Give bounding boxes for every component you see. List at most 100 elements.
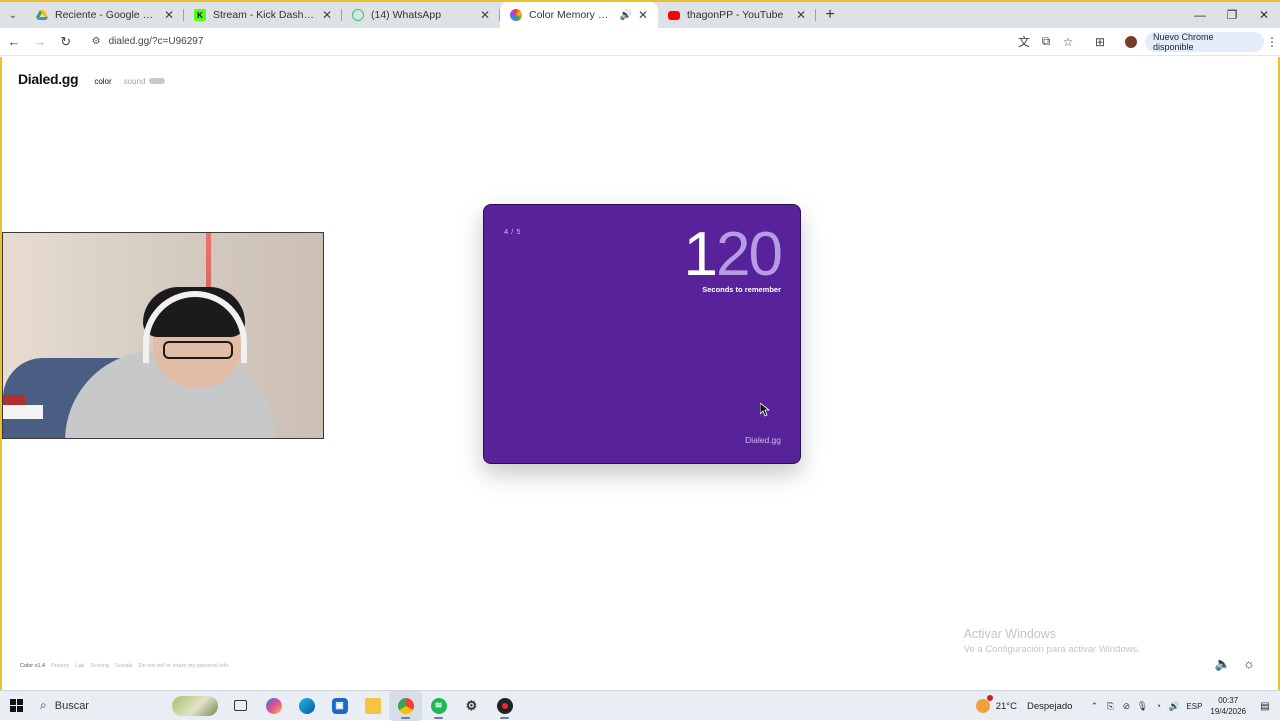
translate-icon[interactable]: 文 — [1013, 33, 1035, 50]
network-disabled-icon[interactable]: ⊘ — [1118, 701, 1134, 712]
url-text[interactable]: dialed.gg/?c=U96297 — [109, 36, 204, 47]
theme-toggle-sun-icon[interactable]: ☼ — [1236, 656, 1262, 672]
tab-search-chevron-icon[interactable]: ⌄ — [0, 2, 26, 28]
footer-link-version[interactable]: Color v1.4 — [20, 663, 45, 669]
game-card[interactable]: 4 / 5 120 Seconds to remember Dialed.gg — [483, 204, 801, 464]
tab-title: Color Memory Game — Hu — [529, 9, 616, 21]
file-explorer-icon[interactable] — [356, 691, 389, 721]
system-tray: 21°C Despejado ⌃ ⎘ ⊘ 🎙 ◔ 🔊 ESP 00:37 19/… — [975, 691, 1280, 721]
kick-icon: K — [194, 9, 206, 21]
settings-gear-icon[interactable]: ⚙ — [455, 691, 488, 721]
activation-subtitle: Ve a Configuración para activar Windows. — [963, 644, 1140, 655]
language-indicator[interactable]: ESP — [1186, 702, 1202, 711]
webcam-overlay — [2, 232, 324, 439]
page-content: Dialed.gg color sound 4 / 5 120 Seconds … — [0, 57, 1280, 690]
site-footer: Color v1.4 Privacy Lab Scoring Socials D… — [20, 663, 234, 669]
notification-center-icon[interactable]: ▤ — [1256, 701, 1274, 712]
window-controls: — ❐ ✕ — [1184, 2, 1280, 28]
usb-icon[interactable]: ⎘ — [1102, 701, 1118, 712]
clock-date: 19/4/2026 — [1210, 707, 1246, 716]
youtube-icon — [668, 10, 680, 20]
footer-link-lab[interactable]: Lab — [75, 663, 84, 669]
taskbar-clock[interactable]: 00:37 19/4/2026 — [1210, 695, 1246, 717]
timer-label: Seconds to remember — [702, 285, 781, 294]
whatsapp-icon — [352, 9, 364, 21]
new-tab-button[interactable]: + — [816, 2, 844, 28]
timer-lead-digit: 1 — [683, 220, 719, 289]
back-arrow-icon[interactable]: ← — [2, 30, 26, 54]
windows-start-icon[interactable] — [0, 691, 32, 721]
tab-youtube[interactable]: thagonPP - YouTube ✕ — [658, 2, 816, 28]
task-view-icon[interactable] — [224, 691, 257, 721]
countdown-timer: 120 — [683, 220, 783, 289]
close-tab-icon[interactable]: ✕ — [320, 8, 334, 22]
google-drive-icon — [36, 9, 48, 21]
site-info-icon[interactable]: ⚙ — [92, 36, 101, 47]
install-app-icon[interactable]: ⧉ — [1035, 34, 1057, 49]
page-corner-controls: 🔈 ☼ — [1210, 656, 1262, 672]
chrome-update-button[interactable]: Nuevo Chrome disponible — [1145, 31, 1265, 52]
microsoft-store-icon[interactable]: ▣ — [323, 691, 356, 721]
profile-avatar[interactable] — [1125, 35, 1137, 48]
close-tab-icon[interactable]: ✕ — [478, 8, 492, 22]
mode-sound-link[interactable]: sound — [124, 77, 146, 86]
footer-link-do-not-sell[interactable]: Do not sell or share my personal info — [139, 663, 229, 669]
speaker-icon[interactable]: 🔊 — [620, 10, 632, 21]
site-header: Dialed.gg color sound — [18, 71, 166, 87]
clock-time: 00:37 — [1218, 696, 1239, 705]
copilot-icon[interactable] — [257, 691, 290, 721]
forward-arrow-icon[interactable]: → — [28, 30, 52, 54]
close-window-icon[interactable]: ✕ — [1248, 2, 1280, 28]
footer-link-privacy[interactable]: Privacy — [51, 663, 69, 669]
footer-link-scoring[interactable]: Scoring — [90, 663, 109, 669]
wifi-icon[interactable]: ◔ — [1150, 701, 1166, 711]
tab-title: Reciente - Google Drive — [55, 9, 158, 21]
windows-activation-watermark: Activar Windows Ve a Configuración para … — [964, 627, 1140, 655]
close-tab-icon[interactable]: ✕ — [794, 8, 808, 22]
tab-strip: ⌄ Reciente - Google Drive ✕ K Stream - K… — [0, 0, 1280, 28]
close-tab-icon[interactable]: ✕ — [162, 8, 176, 22]
taskbar-search-label: Buscar — [54, 699, 89, 712]
site-logo[interactable]: Dialed.gg — [18, 71, 79, 87]
reload-icon[interactable]: ↻ — [54, 30, 78, 54]
timer-rest-digits: 20 — [716, 220, 783, 289]
search-highlight-image — [172, 695, 218, 716]
sound-toggle-icon[interactable]: 🔈 — [1210, 656, 1236, 672]
weather-text: Despejado — [1026, 700, 1073, 712]
mode-color-link[interactable]: color — [94, 77, 111, 86]
tab-whatsapp[interactable]: (14) WhatsApp ✕ — [342, 2, 500, 28]
tab-color-memory-game[interactable]: Color Memory Game — Hu 🔊 ✕ — [500, 2, 658, 28]
close-tab-icon[interactable]: ✕ — [636, 8, 650, 22]
taskbar-search[interactable]: ⌕ Buscar — [32, 691, 218, 721]
footer-link-socials[interactable]: Socials — [115, 663, 133, 669]
tab-title: Stream - Kick Dashboard — [213, 9, 316, 21]
tab-title: (14) WhatsApp — [371, 9, 442, 21]
search-icon: ⌕ — [40, 698, 47, 712]
round-counter: 4 / 5 — [504, 227, 522, 236]
volume-icon[interactable]: 🔊 — [1166, 701, 1182, 712]
windows-taskbar: ⌕ Buscar ▣ ≋ ⚙ 21°C Despejado ⌃ ⎘ ⊘ 🎙 ◔ … — [0, 690, 1280, 721]
weather-sun-icon — [975, 695, 993, 713]
spotify-icon[interactable]: ≋ — [422, 691, 455, 721]
tray-chevron-up-icon[interactable]: ⌃ — [1086, 701, 1102, 712]
browser-toolbar: ← → ↻ ⚙ dialed.gg/?c=U96297 文 ⧉ ☆ ⊞ Nuev… — [0, 28, 1280, 56]
tab-google-drive[interactable]: Reciente - Google Drive ✕ — [26, 2, 184, 28]
chrome-icon[interactable] — [389, 690, 422, 721]
microphone-icon[interactable]: 🎙 — [1134, 701, 1150, 712]
obs-record-icon[interactable] — [488, 691, 521, 721]
restore-icon[interactable]: ❐ — [1216, 2, 1248, 28]
minimize-icon[interactable]: — — [1184, 2, 1216, 28]
card-brand: Dialed.gg — [745, 435, 781, 445]
extensions-puzzle-icon[interactable]: ⊞ — [1089, 35, 1111, 49]
color-wheel-icon — [510, 9, 522, 21]
address-bar[interactable]: ⚙ dialed.gg/?c=U96297 — [84, 30, 1009, 54]
tab-title: thagonPP - YouTube — [687, 9, 784, 21]
new-badge — [149, 78, 166, 84]
edge-icon[interactable] — [290, 691, 323, 721]
activation-title: Activar Windows — [963, 627, 1057, 641]
bookmark-star-icon[interactable]: ☆ — [1057, 35, 1079, 49]
tab-kick-dashboard[interactable]: K Stream - Kick Dashboard ✕ — [184, 2, 342, 28]
weather-widget[interactable]: 21°C Despejado — [975, 695, 1073, 713]
weather-temperature: 21°C — [995, 700, 1017, 712]
chrome-menu-icon[interactable]: ⋮ — [1264, 35, 1280, 49]
